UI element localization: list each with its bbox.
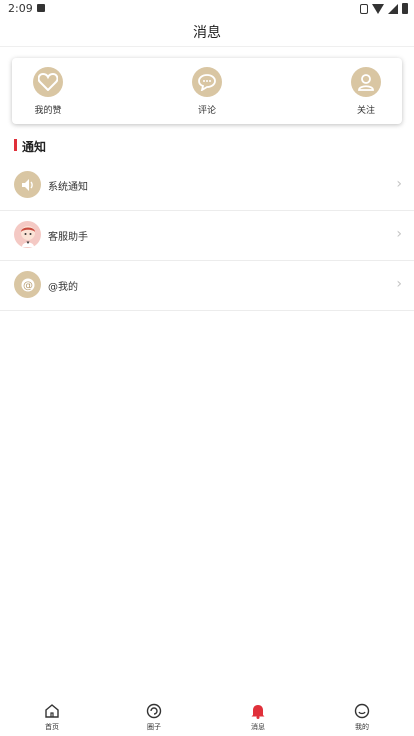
list-item-system-notice[interactable]: 系统通知 › [0, 160, 414, 211]
bell-icon [249, 702, 267, 720]
page-header: 消息 [0, 16, 414, 47]
tab-label: 消息 [251, 723, 265, 731]
page-title: 消息 [193, 25, 221, 41]
battery-icon [402, 3, 408, 14]
circle-icon [145, 702, 163, 720]
list-item-label: 客服助手 [48, 232, 88, 243]
chevron-right-icon: › [396, 226, 402, 242]
list-item-customer-service[interactable]: 客服助手 › [0, 210, 414, 261]
list-item-label: 系统通知 [48, 182, 88, 193]
smile-icon [353, 702, 371, 720]
notification-icon [37, 4, 45, 12]
svg-text:@: @ [23, 280, 33, 291]
tab-messages[interactable]: 消息 [228, 702, 288, 732]
section-accent-bar [14, 139, 17, 151]
quick-actions-card: 我的赞 评论 关注 [12, 58, 402, 124]
tab-label: 首页 [45, 723, 59, 731]
bottom-tab-bar: 首页 圈子 消息 我的 [0, 692, 414, 736]
list-item-label: @我的 [48, 282, 78, 293]
speaker-icon [14, 171, 41, 198]
home-icon [43, 702, 61, 720]
list-item-mentions[interactable]: @ @我的 › [0, 260, 414, 311]
tab-label: 我的 [355, 723, 369, 731]
chevron-right-icon: › [396, 176, 402, 192]
chevron-right-icon: › [396, 276, 402, 292]
service-avatar-icon [14, 221, 41, 248]
status-bar: 2:09 [0, 0, 414, 16]
tab-circle[interactable]: 圈子 [124, 702, 184, 732]
heart-icon [33, 67, 63, 97]
signal-icon [388, 3, 398, 14]
tab-mine[interactable]: 我的 [332, 702, 392, 732]
wifi-icon [372, 3, 384, 14]
quick-action-label: 关注 [356, 106, 375, 116]
status-time: 2:09 [8, 2, 33, 15]
quick-action-likes[interactable]: 我的赞 [18, 67, 78, 116]
tab-home[interactable]: 首页 [22, 702, 82, 732]
vibrate-icon [360, 3, 368, 14]
section-title: 通知 [22, 140, 47, 154]
comment-icon [192, 67, 222, 97]
at-icon: @ [14, 271, 41, 298]
status-icons [360, 3, 408, 14]
quick-action-comments[interactable]: 评论 [177, 67, 237, 116]
tab-label: 圈子 [147, 723, 161, 731]
quick-action-following[interactable]: 关注 [336, 67, 396, 116]
quick-action-label: 我的赞 [34, 106, 62, 116]
person-icon [351, 67, 381, 97]
quick-action-label: 评论 [197, 106, 216, 116]
